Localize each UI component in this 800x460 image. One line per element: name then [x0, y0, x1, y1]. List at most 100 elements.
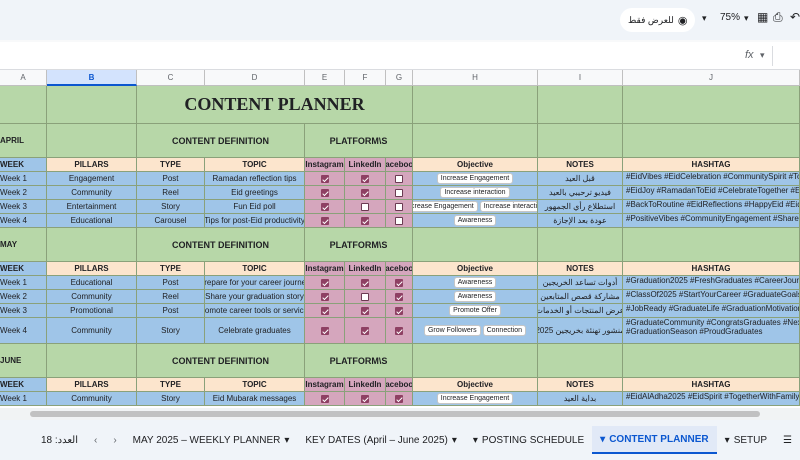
header-objective[interactable]: Objective: [413, 158, 538, 172]
cell-month-ext[interactable]: [413, 228, 538, 262]
content-definition-header[interactable]: CONTENT DEFINITION: [137, 228, 305, 262]
facebook-checkbox-cell[interactable]: [386, 172, 413, 186]
week-cell[interactable]: Week 2: [0, 290, 47, 304]
hashtag-cell[interactable]: #EidVibes #EidCelebration #CommunitySpir…: [623, 172, 800, 186]
pillar-cell[interactable]: Educational: [47, 276, 137, 290]
cell-title-ext[interactable]: [623, 86, 800, 124]
type-cell[interactable]: Carousel: [137, 214, 205, 228]
linkedin-checkbox-cell[interactable]: [345, 290, 386, 304]
week-cell[interactable]: Week 4: [0, 214, 47, 228]
header-type[interactable]: TYPE: [137, 158, 205, 172]
notes-cell[interactable]: قبل العيد: [538, 172, 623, 186]
month-label[interactable]: JUNE: [0, 344, 47, 378]
header-instagram[interactable]: Instagram: [305, 262, 345, 276]
notes-cell[interactable]: بداية العيد: [538, 392, 623, 406]
header-notes[interactable]: NOTES: [538, 158, 623, 172]
checkbox-checked[interactable]: [320, 278, 329, 287]
checkbox-checked[interactable]: [395, 394, 403, 403]
checkbox-checked[interactable]: [320, 216, 329, 225]
header-hashtag[interactable]: HASHTAG: [623, 378, 800, 392]
checkbox-checked[interactable]: [361, 216, 369, 225]
pillar-cell[interactable]: Educational: [47, 214, 137, 228]
view-only-badge[interactable]: للعرض فقط ◉: [620, 8, 696, 32]
instagram-checkbox-cell[interactable]: [305, 214, 345, 228]
checkbox-checked[interactable]: [395, 278, 403, 287]
zoom-level[interactable]: 75%: [720, 12, 740, 23]
topic-cell[interactable]: Ramadan reflection tips: [205, 172, 305, 186]
linkedin-checkbox-cell[interactable]: [345, 318, 386, 344]
notes-cell[interactable]: مشاركة قصص المتابعين: [538, 290, 623, 304]
calculator-icon[interactable]: ▦: [757, 10, 768, 24]
instagram-checkbox-cell[interactable]: [305, 186, 345, 200]
objective-chip[interactable]: Awareness: [453, 277, 497, 288]
column-header-h[interactable]: H: [413, 70, 538, 86]
type-cell[interactable]: Reel: [137, 290, 205, 304]
platforms-header[interactable]: PLATFORM\S: [305, 228, 413, 262]
zoom-dropdown-icon[interactable]: ▾: [744, 13, 749, 24]
notes-cell[interactable]: أدوات تساعد الخريجين: [538, 276, 623, 290]
checkbox-checked[interactable]: [361, 278, 369, 287]
dropdown-icon[interactable]: ▾: [702, 13, 707, 24]
header-instagram[interactable]: Instagram: [305, 378, 345, 392]
cell-b1[interactable]: [47, 86, 137, 124]
instagram-checkbox-cell[interactable]: [305, 318, 345, 344]
checkbox-checked[interactable]: [320, 306, 329, 315]
platforms-header[interactable]: PLATFORM\S: [305, 344, 413, 378]
month-label[interactable]: APRIL: [0, 124, 47, 158]
notes-cell[interactable]: عودة بعد الإجازة: [538, 214, 623, 228]
hashtag-cell[interactable]: #ClassOf2025 #StartYourCareer #GraduateG…: [623, 290, 800, 304]
instagram-checkbox-cell[interactable]: [305, 290, 345, 304]
topic-cell[interactable]: Eid greetings: [205, 186, 305, 200]
header-facebook[interactable]: Facebook: [386, 378, 413, 392]
type-cell[interactable]: Story: [137, 200, 205, 214]
linkedin-checkbox-cell[interactable]: [345, 392, 386, 406]
topic-cell[interactable]: Celebrate graduates: [205, 318, 305, 344]
notes-cell[interactable]: فيديو ترحيبي بالعيد: [538, 186, 623, 200]
header-notes[interactable]: NOTES: [538, 262, 623, 276]
header-pillars[interactable]: PILLARS: [47, 158, 137, 172]
formula-chevron-icon[interactable]: ▾: [760, 50, 765, 61]
tab-content-planner[interactable]: ▾ CONTENT PLANNER: [592, 426, 717, 454]
header-linkedin[interactable]: LinkedIn: [345, 262, 386, 276]
checkbox-unchecked[interactable]: [361, 202, 369, 211]
tab-dropdown-icon[interactable]: ▾: [284, 435, 289, 446]
objective-chip[interactable]: Increase Engagement: [436, 393, 514, 404]
instagram-checkbox-cell[interactable]: [305, 304, 345, 318]
linkedin-checkbox-cell[interactable]: [345, 200, 386, 214]
header-topic[interactable]: TOPIC: [205, 158, 305, 172]
objective-chip[interactable]: Increase Engagement: [436, 173, 514, 184]
objective-chip[interactable]: Connection: [482, 325, 527, 336]
objective-cell[interactable]: Increase Engagement: [413, 392, 538, 406]
objective-chip[interactable]: Awareness: [453, 215, 497, 226]
type-cell[interactable]: Reel: [137, 186, 205, 200]
header-topic[interactable]: TOPIC: [205, 378, 305, 392]
tab-setup[interactable]: ▾ SETUP: [717, 426, 775, 454]
checkbox-unchecked[interactable]: [395, 202, 403, 211]
week-cell[interactable]: Week 4: [0, 318, 47, 344]
notes-cell[interactable]: استطلاع رأي الجمهور: [538, 200, 623, 214]
facebook-checkbox-cell[interactable]: [386, 290, 413, 304]
cell-title-ext[interactable]: [538, 86, 623, 124]
linkedin-checkbox-cell[interactable]: [345, 214, 386, 228]
column-header-a[interactable]: A: [0, 70, 47, 86]
checkbox-checked[interactable]: [395, 306, 403, 315]
checkbox-checked[interactable]: [320, 394, 329, 403]
header-notes[interactable]: NOTES: [538, 378, 623, 392]
checkbox-unchecked[interactable]: [395, 188, 403, 197]
column-header-b[interactable]: B: [47, 70, 137, 86]
tab-dropdown-icon[interactable]: ▾: [452, 435, 457, 446]
objective-cell[interactable]: Awareness: [413, 276, 538, 290]
cell-month-ext[interactable]: [413, 124, 538, 158]
checkbox-checked[interactable]: [361, 394, 369, 403]
column-header-j[interactable]: J: [623, 70, 800, 86]
tab-may-weekly-planner[interactable]: MAY 2025 – WEEKLY PLANNER ▾: [125, 426, 298, 454]
checkbox-checked[interactable]: [320, 292, 329, 301]
header-hashtag[interactable]: HASHTAG: [623, 158, 800, 172]
week-cell[interactable]: Week 2: [0, 186, 47, 200]
hashtag-cell[interactable]: #EidAlAdha2025 #EidSpirit #TogetherWithF…: [623, 392, 800, 406]
type-cell[interactable]: Story: [137, 318, 205, 344]
header-pillars[interactable]: PILLARS: [47, 378, 137, 392]
column-header-g[interactable]: G: [386, 70, 413, 86]
header-facebook[interactable]: Facebook: [386, 158, 413, 172]
objective-cell[interactable]: Grow Followers Connection: [413, 318, 538, 344]
